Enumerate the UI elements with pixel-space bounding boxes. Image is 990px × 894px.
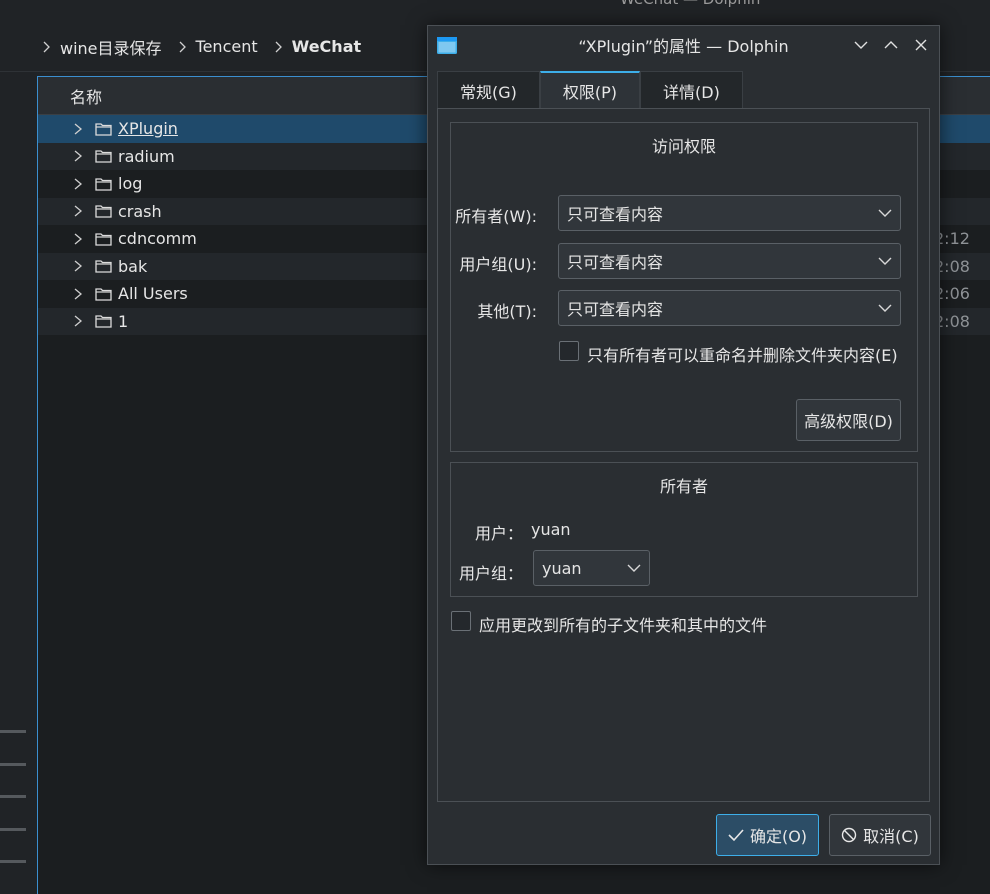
- only-owner-rename-checkbox[interactable]: [559, 341, 579, 361]
- file-name: crash: [118, 201, 162, 221]
- dialog-titlebar[interactable]: “XPlugin”的属性 — Dolphin: [428, 26, 939, 64]
- owner-user-value: yuan: [531, 520, 571, 539]
- owner-user-label: 用户：: [475, 524, 524, 543]
- chevron-right-icon: [179, 41, 186, 52]
- dialog-title: “XPlugin”的属性 — Dolphin: [578, 37, 789, 56]
- folder-icon: [95, 150, 112, 163]
- file-name: All Users: [118, 284, 188, 304]
- tab-details[interactable]: 详情(D): [640, 71, 743, 109]
- maximize-icon[interactable]: [882, 36, 900, 54]
- breadcrumb-label: WeChat: [291, 37, 362, 56]
- breadcrumb-label: wine目录保存: [60, 38, 162, 58]
- owner-permission-label: 所有者(W):: [455, 207, 537, 226]
- chevron-right-icon[interactable]: [72, 259, 84, 273]
- group-title: 访问权限: [651, 137, 716, 156]
- check-icon: [728, 829, 744, 842]
- chevron-down-icon: [878, 209, 892, 217]
- group-permission-select[interactable]: 只可查看内容: [558, 243, 901, 279]
- access-permissions-group: 访问权限 所有者(W): 只可查看内容 用户组(U): 只可查看内容 其他(T)…: [450, 122, 918, 452]
- others-permission-select[interactable]: 只可查看内容: [558, 290, 901, 326]
- folder-icon: [95, 233, 112, 246]
- file-name: cdncomm: [118, 229, 197, 249]
- chevron-right-icon: [43, 41, 50, 52]
- chevron-right-icon[interactable]: [72, 314, 84, 328]
- ownership-group: 所有者 用户： yuan 用户组： yuan: [450, 462, 918, 597]
- group-title: 所有者: [659, 477, 708, 496]
- only-owner-rename-label: 只有所有者可以重命名并删除文件夹内容(E): [587, 346, 898, 365]
- divider: [0, 795, 26, 798]
- file-name: log: [118, 174, 143, 194]
- button-label: 取消(C): [863, 827, 919, 846]
- file-name: XPlugin: [118, 119, 178, 139]
- folder-icon: [95, 205, 112, 218]
- folder-icon: [95, 288, 112, 301]
- button-label: 确定(O): [749, 827, 808, 846]
- breadcrumb-item-tencent[interactable]: Tencent: [176, 37, 258, 56]
- folder-icon: [95, 315, 112, 328]
- tab-permissions[interactable]: 权限(P): [539, 71, 641, 109]
- others-permission-label: 其他(T):: [477, 302, 537, 321]
- combo-value: yuan: [542, 558, 582, 578]
- folder-icon: [95, 260, 112, 273]
- chevron-right-icon[interactable]: [72, 232, 84, 246]
- owner-permission-select[interactable]: 只可查看内容: [558, 195, 901, 231]
- folder-icon: [95, 178, 112, 191]
- apply-recursive-label: 应用更改到所有的子文件夹和其中的文件: [479, 616, 768, 635]
- chevron-down-icon: [878, 257, 892, 265]
- folder-app-icon: [437, 37, 457, 54]
- cancel-icon: [841, 827, 857, 843]
- minimize-icon[interactable]: [852, 36, 870, 54]
- divider: [0, 762, 26, 766]
- group-permission-label: 用户组(U):: [459, 255, 537, 274]
- permissions-panel: 访问权限 所有者(W): 只可查看内容 用户组(U): 只可查看内容 其他(T)…: [437, 108, 930, 802]
- close-icon[interactable]: [912, 36, 930, 54]
- divider: [0, 827, 26, 831]
- apply-recursive-checkbox[interactable]: [451, 611, 471, 631]
- divider: [0, 860, 26, 863]
- combo-value: 只可查看内容: [567, 300, 664, 319]
- advanced-permissions-button[interactable]: 高级权限(D): [796, 399, 901, 441]
- button-label: 高级权限(D): [804, 412, 893, 431]
- owner-group-label: 用户组：: [459, 564, 524, 583]
- breadcrumb-item-wine[interactable]: wine目录保存: [40, 35, 162, 59]
- group-permission-row: 用户组(U): 只可查看内容: [451, 243, 917, 279]
- divider: [0, 730, 26, 733]
- places-panel-edge: [0, 730, 26, 893]
- chevron-down-icon: [878, 304, 892, 312]
- chevron-right-icon: [275, 41, 282, 52]
- file-name: bak: [118, 256, 148, 276]
- chevron-right-icon[interactable]: [72, 287, 84, 301]
- breadcrumb-item-wechat[interactable]: WeChat: [272, 37, 362, 56]
- owner-group-select[interactable]: yuan: [533, 550, 650, 586]
- others-permission-row: 其他(T): 只可查看内容: [451, 290, 917, 326]
- file-name: radium: [118, 146, 175, 166]
- chevron-right-icon[interactable]: [72, 149, 84, 163]
- dialog-tabs: 常规(G) 权限(P) 详情(D): [437, 71, 743, 109]
- tab-general[interactable]: 常规(G): [437, 71, 540, 109]
- column-header-label: 名称: [70, 87, 103, 107]
- chevron-down-icon: [627, 564, 641, 572]
- properties-dialog: “XPlugin”的属性 — Dolphin 常规(G) 权限(P) 详情(D)…: [427, 25, 940, 865]
- file-name: 1: [118, 311, 129, 331]
- owner-permission-row: 所有者(W): 只可查看内容: [451, 195, 917, 231]
- cancel-button[interactable]: 取消(C): [829, 814, 931, 856]
- combo-value: 只可查看内容: [567, 205, 664, 224]
- background-window-title: WeChat — Dolphin: [620, 0, 760, 8]
- chevron-right-icon[interactable]: [72, 177, 84, 191]
- breadcrumb-label: Tencent: [195, 37, 258, 56]
- chevron-right-icon[interactable]: [72, 122, 84, 136]
- combo-value: 只可查看内容: [567, 253, 664, 272]
- folder-icon: [95, 123, 112, 136]
- ok-button[interactable]: 确定(O): [716, 814, 819, 856]
- chevron-right-icon[interactable]: [72, 204, 84, 218]
